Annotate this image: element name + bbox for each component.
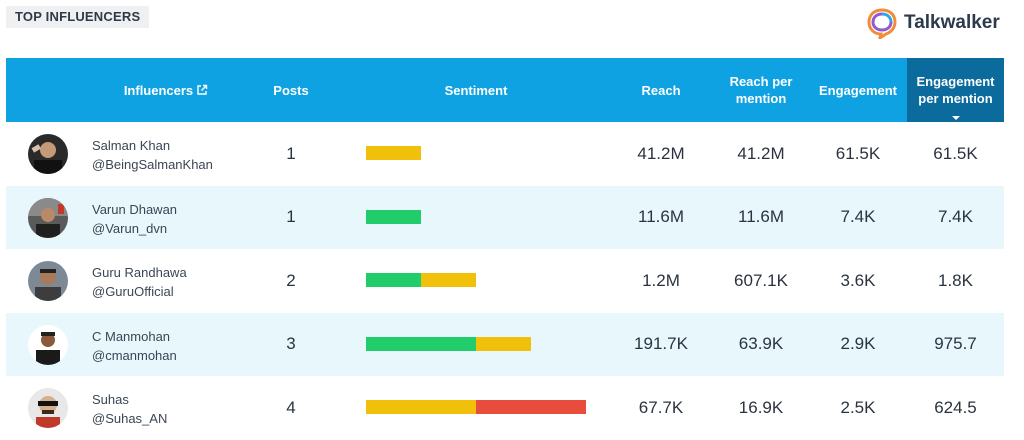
- table-row[interactable]: C Manmohan @cmanmohan 3 191.7K 63.9K 2.9…: [6, 312, 1004, 376]
- influencer-name[interactable]: C Manmohan: [92, 327, 177, 346]
- column-sentiment[interactable]: Sentiment: [396, 58, 556, 122]
- talkwalker-logo-icon: [867, 8, 897, 39]
- influencer-name[interactable]: Guru Randhawa: [92, 263, 187, 282]
- influencer-handle[interactable]: @cmanmohan: [92, 346, 177, 365]
- table-row[interactable]: Salman Khan @BeingSalmanKhan 1 41.2M 41.…: [6, 122, 1004, 186]
- column-reach-per-mention-line1: Reach per: [729, 74, 793, 89]
- posts-count: 1: [286, 143, 296, 163]
- sentiment-bar: [366, 336, 531, 351]
- avatar[interactable]: [28, 197, 68, 238]
- column-engagement[interactable]: Engagement: [810, 58, 906, 122]
- reach-value: 41.2M: [637, 143, 685, 163]
- posts-count: 1: [286, 207, 296, 227]
- sentiment-neutral-segment[interactable]: [476, 336, 531, 351]
- reach-per-mention-value: 41.2M: [737, 143, 785, 163]
- engagement-per-mention-value: 61.5K: [933, 143, 978, 163]
- influencer-handle[interactable]: @GuruOfficial: [92, 282, 187, 301]
- external-link-icon[interactable]: [196, 84, 208, 96]
- influencer-info: C Manmohan @cmanmohan: [92, 327, 177, 365]
- engagement-per-mention-value: 1.8K: [938, 270, 973, 290]
- influencers-table: Influencers Posts Sentiment Reach Reach …: [6, 58, 1004, 440]
- influencer-handle[interactable]: @Varun_dvn: [92, 219, 177, 238]
- posts-count: 4: [286, 397, 296, 417]
- sentiment-neutral-segment[interactable]: [421, 273, 476, 287]
- influencer-info: Suhas @Suhas_AN: [92, 390, 167, 428]
- influencers-widget: TOP INFLUENCERS Talkwalker Influencers P…: [0, 0, 1024, 440]
- sentiment-bar: [366, 146, 421, 160]
- reach-value: 191.7K: [634, 334, 688, 354]
- sentiment-bar: [366, 209, 421, 224]
- avatar[interactable]: [28, 324, 68, 365]
- influencer-handle[interactable]: @BeingSalmanKhan: [92, 155, 213, 174]
- widget-title: TOP INFLUENCERS: [6, 6, 150, 28]
- avatar[interactable]: [28, 134, 68, 174]
- table-row[interactable]: Varun Dhawan @Varun_dvn 1 11.6M 11.6M 7.…: [6, 185, 1004, 249]
- column-engagement-per-mention-line1: Engagement: [916, 74, 995, 89]
- column-posts[interactable]: Posts: [251, 58, 331, 122]
- engagement-value: 61.5K: [835, 143, 881, 163]
- table-header: Influencers Posts Sentiment Reach Reach …: [6, 58, 1004, 122]
- engagement-value: 2.9K: [840, 334, 876, 354]
- influencer-name[interactable]: Suhas: [92, 390, 167, 409]
- engagement-per-mention-value: 7.4K: [938, 207, 973, 227]
- sentiment-bar: [366, 400, 586, 414]
- reach-per-mention-value: 607.1K: [734, 270, 788, 290]
- influencer-info: Varun Dhawan @Varun_dvn: [92, 200, 177, 238]
- engagement-value: 3.6K: [840, 270, 876, 290]
- avatar[interactable]: [28, 388, 68, 428]
- influencer-info: Salman Khan @BeingSalmanKhan: [92, 136, 213, 174]
- influencer-name[interactable]: Varun Dhawan: [92, 200, 177, 219]
- reach-value: 11.6M: [638, 207, 684, 227]
- column-engagement-per-mention-line2: per mention: [918, 91, 993, 106]
- reach-per-mention-value: 63.9K: [738, 334, 784, 354]
- engagement-value: 7.4K: [840, 207, 876, 227]
- posts-count: 2: [286, 270, 296, 290]
- column-reach[interactable]: Reach: [621, 58, 701, 122]
- reach-per-mention-value: 11.6M: [738, 207, 784, 227]
- sort-descending-icon: [951, 116, 960, 120]
- influencer-name[interactable]: Salman Khan: [92, 136, 213, 155]
- avatar[interactable]: [28, 261, 68, 301]
- sentiment-positive-segment[interactable]: [366, 273, 421, 287]
- influencer-handle[interactable]: @Suhas_AN: [92, 409, 167, 428]
- sentiment-bar: [366, 273, 476, 287]
- sentiment-negative-segment[interactable]: [476, 400, 586, 414]
- column-reach-per-mention-line2: mention: [735, 91, 787, 106]
- column-influencers[interactable]: Influencers: [46, 58, 286, 122]
- column-influencers-label: Influencers: [123, 82, 194, 98]
- posts-count: 3: [286, 334, 296, 354]
- sentiment-positive-segment[interactable]: [366, 336, 476, 351]
- influencer-info: Guru Randhawa @GuruOfficial: [92, 263, 187, 301]
- engagement-value: 2.5K: [840, 397, 876, 417]
- table-row[interactable]: Guru Randhawa @GuruOfficial 2 1.2M 607.1…: [6, 249, 1004, 313]
- sentiment-neutral-segment[interactable]: [366, 400, 476, 414]
- brand-logo: Talkwalker: [866, 6, 1000, 40]
- column-engagement-per-mention[interactable]: Engagement per mention: [907, 58, 1004, 122]
- engagement-per-mention-value: 975.7: [934, 334, 977, 354]
- table-row[interactable]: Suhas @Suhas_AN 4 67.7K 16.9K 2.5K 624.5: [6, 376, 1004, 440]
- engagement-per-mention-value: 624.5: [934, 397, 977, 417]
- reach-per-mention-value: 16.9K: [738, 397, 784, 417]
- brand-name: Talkwalker: [904, 12, 1000, 33]
- sentiment-positive-segment[interactable]: [366, 209, 421, 224]
- reach-value: 1.2M: [642, 270, 680, 290]
- sentiment-neutral-segment[interactable]: [366, 146, 421, 160]
- reach-value: 67.7K: [638, 397, 684, 417]
- column-reach-per-mention[interactable]: Reach per mention: [714, 58, 808, 122]
